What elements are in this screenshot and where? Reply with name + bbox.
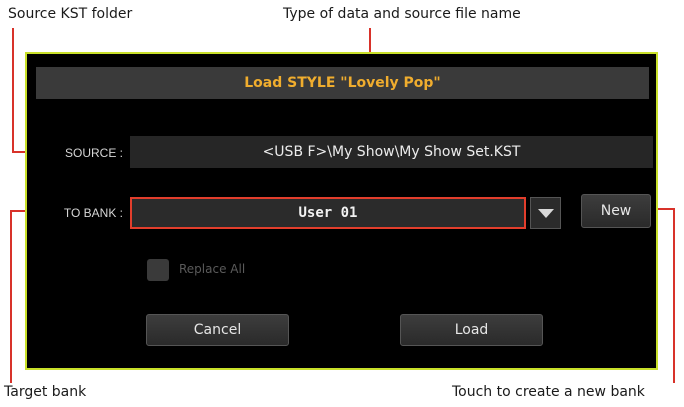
dialog-title: Load STYLE "Lovely Pop" (36, 67, 649, 99)
callout-target-bank: Target bank (4, 384, 87, 400)
to-bank-label: TO BANK : (63, 206, 123, 220)
load-button[interactable]: Load (400, 314, 543, 346)
replace-all-checkbox[interactable] (147, 259, 169, 281)
bank-dropdown-button[interactable] (530, 197, 561, 229)
callout-source-folder: Source KST folder (8, 6, 133, 22)
to-bank-field[interactable]: User 01 (130, 197, 526, 229)
new-bank-button[interactable]: New (581, 194, 651, 228)
source-label: SOURCE : (64, 146, 123, 160)
cancel-button[interactable]: Cancel (146, 314, 289, 346)
callout-new-bank: Touch to create a new bank (452, 384, 645, 400)
callout-type-name: Type of data and source file name (283, 6, 521, 22)
load-style-dialog: Load STYLE "Lovely Pop" SOURCE : <USB F>… (25, 52, 658, 370)
chevron-down-icon (537, 208, 554, 218)
source-path-field: <USB F>\My Show\My Show Set.KST (130, 136, 653, 168)
replace-all-label: Replace All (179, 262, 246, 276)
